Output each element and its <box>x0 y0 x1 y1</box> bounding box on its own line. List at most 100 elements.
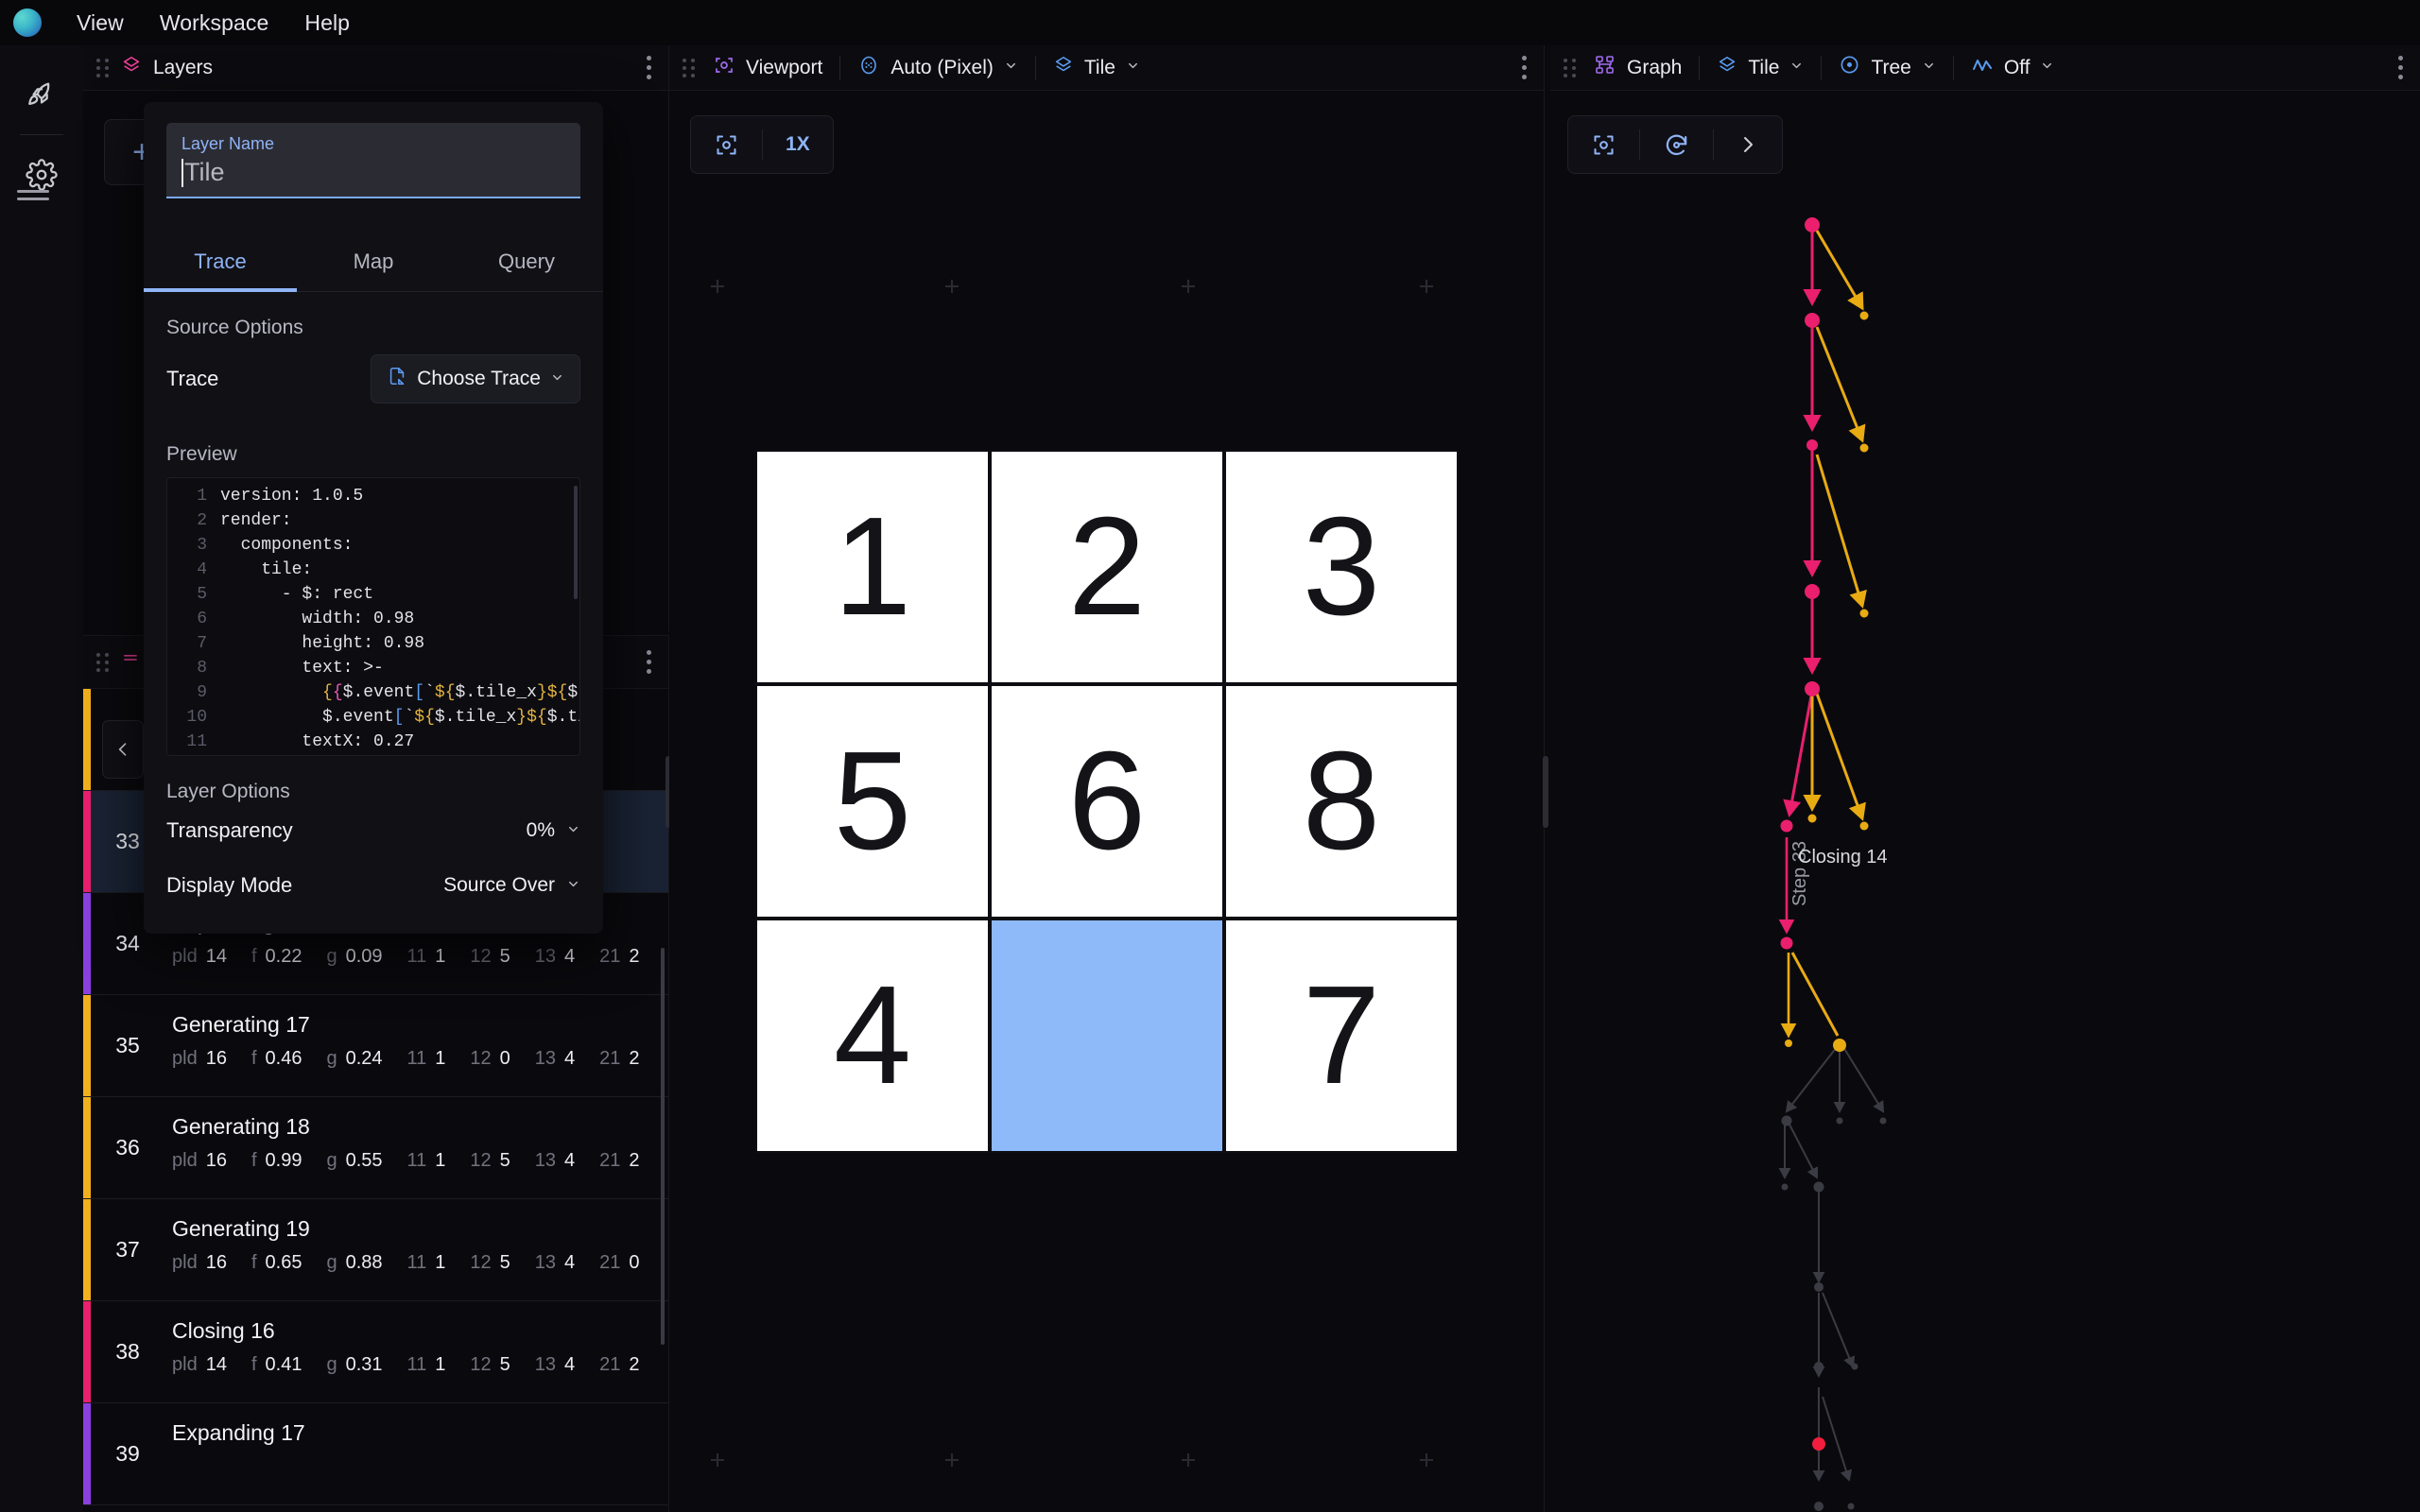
metric-key: f <box>251 1252 257 1273</box>
layer-name-input[interactable]: Tile <box>182 158 565 187</box>
metric-value: 5 <box>499 946 510 967</box>
viewport-mode-select[interactable]: Auto (Pixel) <box>840 54 1035 82</box>
code-gutter: 12345678910111213 <box>167 484 220 755</box>
metric-key: g <box>326 1048 337 1069</box>
drag-grip-icon[interactable] <box>1564 58 1577 77</box>
zoom-level-button[interactable]: 1X <box>763 116 833 173</box>
metric-value: 1 <box>435 1354 446 1375</box>
more-vertical-icon[interactable] <box>646 650 651 674</box>
drag-grip-icon[interactable] <box>96 58 110 77</box>
step-row[interactable]: 36 Generating 18 pld 16 f 0.99 g 0.55 11 1 12 5 13 4 2… <box>83 1097 668 1199</box>
graph-layer-select[interactable]: Tile <box>1700 55 1821 81</box>
code-line-number: 12 <box>167 754 207 755</box>
rail-divider <box>20 134 63 135</box>
code-line-number: 6 <box>197 610 207 628</box>
collapse-panel-button[interactable] <box>102 720 144 779</box>
step-row[interactable]: 37 Generating 19 pld 16 f 0.65 g 0.88 11 1 12 5 13 4 2… <box>83 1199 668 1301</box>
tile-4[interactable]: 4 <box>755 919 990 1153</box>
layer-modal-tabs: Trace Map Query <box>144 234 603 292</box>
drag-grip-icon[interactable] <box>96 652 110 672</box>
step-status-bar <box>83 893 91 994</box>
metric-key: f <box>251 946 257 967</box>
transparency-select[interactable]: 0% <box>527 819 580 842</box>
trace-preview-code[interactable]: 12345678910111213 version: 1.0.5render: … <box>166 477 580 756</box>
metric-key: f <box>251 1150 257 1171</box>
code-line: width: 0.98 <box>220 610 415 628</box>
graph-animation-select[interactable]: Off <box>1954 54 2072 82</box>
tile-2[interactable]: 2 <box>990 450 1224 684</box>
tile-puzzle-grid[interactable]: 12356847 <box>755 450 1459 1153</box>
step-title: Expanding 17 <box>172 1420 305 1445</box>
tile-blank[interactable] <box>990 919 1224 1153</box>
graph-view-select[interactable]: Tree <box>1822 54 1952 81</box>
fit-to-frame-icon[interactable] <box>691 116 762 173</box>
display-mode-select[interactable]: Source Over <box>443 874 580 897</box>
more-vertical-icon[interactable] <box>2397 56 2403 79</box>
tile-3[interactable]: 3 <box>1224 450 1459 684</box>
metric-key: g <box>326 946 337 967</box>
trace-label: Trace <box>166 367 219 390</box>
layers-menu-toggle[interactable] <box>17 185 49 205</box>
metric-key: pld <box>172 946 198 967</box>
metric-key: 11 <box>406 1252 427 1273</box>
tile-7[interactable]: 7 <box>1224 919 1459 1153</box>
step-status-bar <box>83 791 91 892</box>
metric-value: 0.24 <box>345 1048 383 1069</box>
tile-5[interactable]: 5 <box>755 684 990 919</box>
tab-map[interactable]: Map <box>297 234 450 291</box>
metric-value: 4 <box>564 1354 576 1375</box>
more-vertical-icon[interactable] <box>1521 56 1527 79</box>
layer-name-field[interactable]: Layer Name Tile <box>166 123 580 198</box>
metric-key: 21 <box>599 1150 621 1171</box>
steps-panel-icon <box>121 650 140 674</box>
layer-name-label: Layer Name <box>182 134 275 153</box>
canvas-crosshair <box>711 280 724 293</box>
choose-trace-label: Choose Trace <box>417 368 541 389</box>
metric-value: 5 <box>499 1150 510 1171</box>
tab-query[interactable]: Query <box>450 234 603 291</box>
trace-source-row: Trace Choose Trace <box>144 339 603 419</box>
code-line: tile: <box>220 560 313 579</box>
menu-workspace[interactable]: Workspace <box>142 5 287 42</box>
drag-grip-icon[interactable] <box>683 58 696 77</box>
metric-key: 12 <box>470 1150 492 1171</box>
tile-1[interactable]: 1 <box>755 450 990 684</box>
metric-value: 14 <box>205 1354 227 1375</box>
metric-value: 0.55 <box>345 1150 383 1171</box>
graph-animation-label: Off <box>2003 56 2031 78</box>
viewport-layer-select[interactable]: Tile <box>1036 55 1157 81</box>
code-lines: 12345678910111213 version: 1.0.5render: … <box>167 478 579 755</box>
metric-key: 11 <box>406 1048 427 1069</box>
step-row[interactable]: 38 Closing 16 pld 14 f 0.41 g 0.31 11 1 12 5 13 4 21 2 <box>83 1301 668 1403</box>
metric-value: 0.65 <box>265 1252 302 1273</box>
viewport-canvas[interactable]: 1X 12356847 <box>669 91 1545 1512</box>
metric-value: 1 <box>435 1048 446 1069</box>
panel-resize-handle-right[interactable] <box>1543 756 1548 828</box>
step-title: Generating 18 <box>172 1114 310 1139</box>
more-vertical-icon[interactable] <box>646 56 651 79</box>
metric-key: 13 <box>534 1252 557 1273</box>
code-line-number: 1 <box>197 487 207 506</box>
metric-key: pld <box>172 1048 198 1069</box>
step-content: Generating 19 pld 16 f 0.65 g 0.88 11 1 12 5 13 4 21 0 <box>164 1199 668 1300</box>
code-line: version: 1.0.5 <box>220 487 364 506</box>
target-dot-icon <box>1839 54 1860 81</box>
graph-canvas[interactable]: Step 33 Closing 14 <box>1550 91 2420 1512</box>
tile-8[interactable]: 8 <box>1224 684 1459 919</box>
code-content: version: 1.0.5 render: components: tile: … <box>220 484 579 755</box>
step-row[interactable]: 35 Generating 17 pld 16 f 0.46 g 0.24 11 1 12 0 13 4 2… <box>83 995 668 1097</box>
menu-view[interactable]: View <box>59 5 142 42</box>
icon-rail <box>0 45 83 1512</box>
choose-trace-button[interactable]: Choose Trace <box>371 354 580 404</box>
tile-6[interactable]: 6 <box>990 684 1224 919</box>
tab-trace[interactable]: Trace <box>144 234 297 291</box>
code-line-number: 11 <box>186 732 207 751</box>
step-row[interactable]: 39 Expanding 17 <box>83 1403 668 1505</box>
step-metrics: pld 16 f 0.46 g 0.24 11 1 12 0 13 4 21 2 <box>172 1048 665 1070</box>
rocket-icon[interactable] <box>13 66 70 123</box>
code-scrollbar[interactable] <box>574 486 578 599</box>
steps-scrollbar[interactable] <box>661 948 665 1345</box>
metric-value: 16 <box>205 1150 227 1171</box>
display-mode-label: Display Mode <box>166 873 293 897</box>
menu-help[interactable]: Help <box>286 5 368 42</box>
